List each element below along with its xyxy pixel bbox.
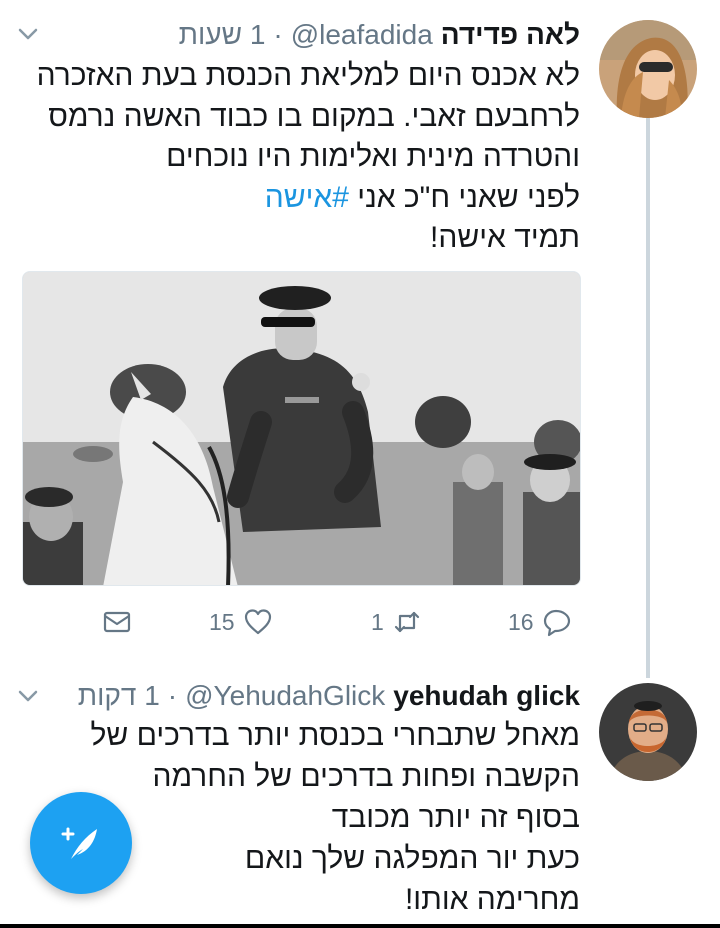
hashtag-link[interactable]: #אישה [265,181,349,214]
thread-connector [646,118,650,678]
timestamp[interactable]: 1 שעות [179,19,266,51]
tweet-text-line: תמיד אישה! [430,221,580,254]
tweet-actions: 15 1 16 [0,604,600,640]
avatar-photo-man [599,683,697,781]
envelope-icon [103,611,131,633]
avatar-photo-woman [599,20,697,118]
direct-message-button[interactable] [102,604,132,640]
like-count: 15 [209,608,235,635]
user-handle[interactable]: @YehudahGlick [185,680,385,712]
user-handle[interactable]: @leafadida [291,19,433,51]
timestamp[interactable]: 1 דקות [78,680,160,712]
tweet-header: לאה פדידה @leafadida · 1 שעות [179,17,580,53]
tweet-text-line: לא אכנס היום למליאת הכנסת בעת האזכרה [36,59,580,92]
retweet-count: 1 [371,608,384,635]
like-button[interactable]: 15 [209,604,273,640]
tweet-text: לא אכנס היום למליאת הכנסת בעת האזכרה לרח… [10,56,580,259]
separator-dot: · [167,680,178,711]
avatar[interactable] [599,20,697,118]
retweet-icon [394,611,419,633]
retweet-button[interactable]: 1 [371,604,422,640]
reply-icon [543,609,570,637]
tweet-text-fragment: לפני שאני ח"כ אני [357,180,580,214]
tweet-media-photo[interactable] [22,271,581,586]
reply-count: 16 [508,608,534,635]
avatar[interactable] [599,683,697,781]
display-name[interactable]: לאה פדידה [441,19,580,51]
tweet-text-line: לפני שאני ח"כ אני #אישה [10,178,580,219]
bottom-bar [0,924,720,928]
tweet-text-line: והטרדה מינית ואלימות היו נוכחים [166,140,580,173]
reply-button[interactable]: 16 [508,604,572,640]
display-name[interactable]: yehudah glick [393,680,580,712]
tweet-text-line: מאחל שתבחרי בכנסת יותר בדרכים של [90,719,581,752]
heart-icon [244,609,271,635]
compose-tweet-icon [61,827,97,859]
photo-officer-on-horse [23,272,580,585]
tweet-header: yehudah glick @YehudahGlick · 1 דקות [78,678,580,714]
compose-tweet-button[interactable] [30,792,132,894]
chevron-down-icon[interactable] [16,22,40,46]
tweet-text-line: לרחבעם זאבי. במקום בו כבוד האשה נרמס [48,99,580,133]
separator-dot: · [273,19,283,50]
chevron-down-icon[interactable] [16,684,40,708]
tweet-text-line: הקשבה ופחות בדרכים של החרמה [152,760,580,793]
